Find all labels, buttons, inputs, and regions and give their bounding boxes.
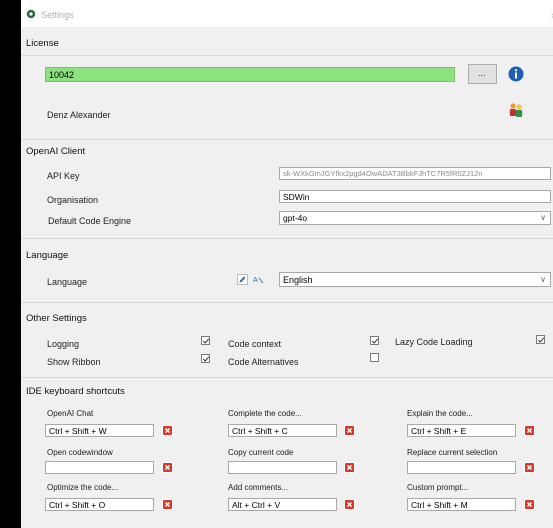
clear-icon	[527, 465, 532, 470]
edit-language-button[interactable]	[237, 274, 248, 285]
window-title: Settings	[41, 10, 74, 20]
logging-label: Logging	[47, 339, 80, 349]
shortcut-label: OpenAI Chat	[47, 409, 94, 418]
divider	[21, 377, 553, 378]
logging-checkbox[interactable]	[201, 336, 210, 345]
browse-license-button[interactable]: ...	[468, 64, 497, 84]
show-ribbon-label: Show Ribbon	[47, 357, 101, 367]
title-bar: Settings ✕	[21, 0, 553, 27]
lazy-loading-checkbox[interactable]	[536, 335, 545, 344]
show-ribbon-checkbox[interactable]	[201, 354, 210, 363]
api-key-field[interactable]: sk-WXkGmJGYfkx2pgd4OwADAT3BbkFJhTC7R5fR0…	[279, 167, 551, 180]
shortcut-field[interactable]	[407, 461, 516, 474]
shortcut-label: Add comments...	[228, 483, 289, 492]
info-button[interactable]	[505, 64, 525, 83]
settings-window: Settings ✕ License 10042 ... Denz Alexan…	[21, 0, 553, 528]
clear-icon	[165, 465, 170, 470]
shortcut-label: Custom prompt...	[407, 483, 469, 492]
shortcut-label: Complete the code...	[228, 409, 302, 418]
code-alternatives-label: Code Alternatives	[228, 357, 299, 367]
clear-icon	[347, 465, 352, 470]
license-key-field[interactable]: 10042	[45, 67, 455, 82]
clear-shortcut-button[interactable]	[344, 499, 355, 510]
language-select[interactable]: English ∨	[279, 272, 551, 287]
divider	[21, 302, 553, 303]
clear-shortcut-button[interactable]	[344, 425, 355, 436]
ide-shortcuts-header: IDE keyboard shortcuts	[26, 386, 125, 397]
shortcut-label: Explain the code...	[407, 409, 473, 418]
code-alternatives-checkbox[interactable]	[370, 353, 379, 362]
clear-shortcut-button[interactable]	[344, 462, 355, 473]
license-header: License	[26, 38, 59, 49]
clear-shortcut-button[interactable]	[524, 499, 535, 510]
checkmark-icon	[537, 337, 545, 343]
clear-shortcut-button[interactable]	[162, 425, 173, 436]
language-label: Language	[47, 277, 88, 287]
organisation-field[interactable]: SDWin	[279, 190, 551, 203]
clear-icon	[347, 428, 352, 433]
organisation-label: Organisation	[47, 195, 99, 205]
translate-icon: A	[253, 277, 264, 284]
svg-text:A: A	[253, 277, 258, 284]
checkmark-icon	[202, 356, 210, 362]
language-header: Language	[26, 250, 69, 261]
shortcut-field[interactable]: Ctrl + Shift + O	[45, 498, 154, 511]
clear-shortcut-button[interactable]	[162, 462, 173, 473]
clear-icon	[347, 502, 352, 507]
shortcut-label: Optimize the code...	[47, 483, 119, 492]
divider	[21, 238, 553, 239]
shortcut-field[interactable]: Ctrl + Shift + C	[228, 424, 337, 437]
clear-shortcut-button[interactable]	[524, 462, 535, 473]
code-engine-label: Default Code Engine	[48, 216, 132, 226]
divider	[21, 55, 553, 56]
dropdown-chevron-icon: ∨	[540, 213, 546, 222]
lazy-loading-label: Lazy Code Loading	[395, 337, 473, 347]
shortcut-field[interactable]: Ctrl + Shift + W	[45, 424, 154, 437]
shortcut-label: Replace current selection	[407, 448, 498, 457]
shortcut-field[interactable]	[45, 461, 154, 474]
clear-shortcut-button[interactable]	[524, 425, 535, 436]
clear-icon	[527, 428, 532, 433]
divider	[21, 139, 553, 140]
translate-button[interactable]: A	[253, 274, 265, 285]
shortcut-field[interactable]	[228, 461, 337, 474]
clear-icon	[527, 502, 532, 507]
checkmark-icon	[371, 338, 379, 344]
code-context-checkbox[interactable]	[370, 336, 379, 345]
shortcut-field[interactable]: Ctrl + Shift + E	[407, 424, 516, 437]
browse-label: ...	[478, 68, 486, 78]
language-value: English	[283, 275, 313, 285]
checkmark-icon	[202, 338, 210, 344]
users-icon	[509, 103, 523, 117]
shortcut-field[interactable]: Alt + Ctrl + V	[228, 498, 337, 511]
code-engine-select[interactable]: gpt-4o ∨	[279, 211, 551, 225]
shortcut-label: Copy current code	[228, 448, 294, 457]
code-engine-value: gpt-4o	[283, 213, 308, 223]
clear-icon	[165, 428, 170, 433]
clear-shortcut-button[interactable]	[162, 499, 173, 510]
clear-icon	[165, 502, 170, 507]
info-icon	[508, 66, 524, 82]
shortcut-field[interactable]: Ctrl + Shift + M	[407, 498, 516, 511]
api-key-label: API Key	[47, 171, 80, 181]
edit-icon	[239, 276, 246, 283]
dropdown-chevron-icon: ∨	[540, 275, 546, 284]
gear-icon	[26, 9, 36, 19]
other-settings-header: Other Settings	[26, 313, 87, 324]
users-button[interactable]	[505, 99, 525, 119]
shortcut-label: Open codewindow	[47, 448, 113, 457]
openai-header: OpenAI Client	[26, 146, 86, 157]
license-user-label: Denz Alexander	[47, 110, 111, 120]
code-context-label: Code context	[228, 339, 282, 349]
